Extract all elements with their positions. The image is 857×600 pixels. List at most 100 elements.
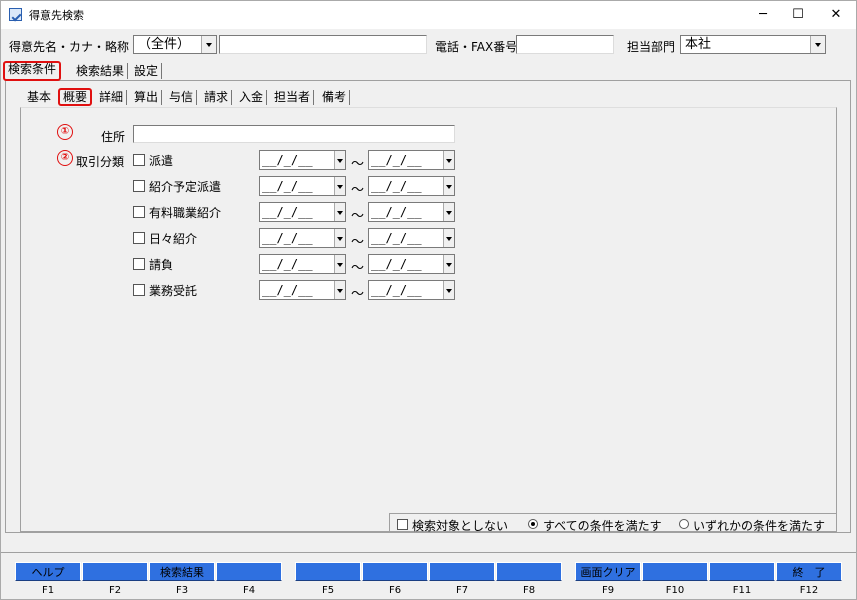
subtab-basic[interactable]: 基本: [24, 90, 54, 105]
category-item-label: 業務受託: [149, 284, 198, 298]
f8-button[interactable]: [496, 562, 562, 581]
date-from[interactable]: __/_/__: [259, 254, 346, 274]
subtab-overview[interactable]: 概要: [58, 88, 93, 106]
range-separator: ～: [351, 287, 365, 302]
exclude-checkbox[interactable]: [397, 519, 408, 530]
subtab-billing[interactable]: 請求: [201, 90, 233, 105]
f4-button[interactable]: [216, 562, 282, 581]
match-any-label: いずれかの条件を満たす: [693, 519, 826, 533]
f2-button[interactable]: [82, 562, 148, 581]
date-from[interactable]: __/_/__: [259, 228, 346, 248]
dept-value: 本社: [685, 37, 712, 52]
range-separator: ～: [351, 157, 365, 172]
fkey-number: F4: [242, 585, 256, 596]
date-from[interactable]: __/_/__: [259, 150, 346, 170]
date-value: __/_/__: [262, 179, 313, 193]
chevron-down-icon: [443, 203, 454, 221]
checkbox[interactable]: [133, 206, 145, 218]
chevron-down-icon: [810, 36, 825, 53]
fkey-number: F3: [175, 585, 189, 596]
chevron-down-icon: [334, 229, 345, 247]
fkey-number: F2: [108, 585, 122, 596]
date-value: __/_/__: [262, 231, 313, 245]
checkbox[interactable]: [133, 154, 145, 166]
marker-2: ②: [57, 150, 73, 166]
chevron-down-icon: [443, 281, 454, 299]
subtab-detail[interactable]: 詳細: [96, 90, 128, 105]
date-to[interactable]: __/_/__: [368, 202, 455, 222]
window-title: 得意先検索: [29, 9, 84, 22]
match-any-radio[interactable]: [679, 519, 689, 529]
category-item-label: 紹介予定派遣: [149, 180, 222, 194]
chevron-down-icon: [443, 177, 454, 195]
date-from[interactable]: __/_/__: [259, 280, 346, 300]
category-item-label: 日々紹介: [149, 232, 198, 246]
fkey-number: F5: [321, 585, 335, 596]
tab-search-conditions[interactable]: 検索条件: [3, 61, 62, 81]
tab-search-results[interactable]: 検索結果: [73, 63, 129, 79]
range-separator: ～: [351, 261, 365, 276]
address-input[interactable]: [133, 125, 455, 143]
name-mode-select[interactable]: （全件）: [133, 35, 217, 54]
subtab-credit[interactable]: 与信: [166, 90, 198, 105]
chevron-down-icon: [443, 151, 454, 169]
date-value: __/_/__: [371, 283, 422, 297]
date-value: __/_/__: [371, 231, 422, 245]
exclude-label: 検索対象としない: [412, 519, 509, 533]
range-separator: ～: [351, 209, 365, 224]
f10-button[interactable]: [642, 562, 708, 581]
category-item-label: 派遣: [149, 154, 174, 168]
sub-tab-panel: [20, 107, 837, 532]
name-label: 得意先名・カナ・略称: [9, 40, 130, 54]
date-to[interactable]: __/_/__: [368, 176, 455, 196]
maximize-button[interactable]: ☐: [778, 1, 818, 29]
f5-button[interactable]: [295, 562, 361, 581]
fkey-number: F11: [732, 585, 752, 596]
dept-select[interactable]: 本社: [680, 35, 826, 54]
date-value: __/_/__: [262, 205, 313, 219]
address-label: 住所: [101, 130, 126, 144]
category-item-label: 有料職業紹介: [149, 206, 222, 220]
checkbox[interactable]: [133, 180, 145, 192]
checkbox[interactable]: [133, 258, 145, 270]
date-from[interactable]: __/_/__: [259, 202, 346, 222]
name-input[interactable]: [219, 35, 427, 54]
fkey-number: F10: [665, 585, 685, 596]
phone-label: 電話・FAX番号: [435, 40, 518, 54]
chevron-down-icon: [334, 203, 345, 221]
subtab-calc[interactable]: 算出: [131, 90, 163, 105]
date-value: __/_/__: [371, 153, 422, 167]
checkbox[interactable]: [133, 232, 145, 244]
chevron-down-icon: [334, 281, 345, 299]
phone-input[interactable]: [516, 35, 614, 54]
date-to[interactable]: __/_/__: [368, 228, 455, 248]
f3-search-results-button[interactable]: 検索結果: [149, 562, 215, 581]
f11-button[interactable]: [709, 562, 775, 581]
tab-settings[interactable]: 設定: [131, 63, 163, 79]
f6-button[interactable]: [362, 562, 428, 581]
close-button[interactable]: ✕: [816, 1, 856, 29]
fkey-number: F7: [455, 585, 469, 596]
f7-button[interactable]: [429, 562, 495, 581]
search-window: 得意先検索 ─ ☐ ✕ 得意先名・カナ・略称 （全件） 電話・FAX番号 担当部…: [0, 0, 857, 600]
subtab-notes[interactable]: 備考: [319, 90, 351, 105]
f1-help-button[interactable]: ヘルプ: [15, 562, 81, 581]
fkey-number: F9: [601, 585, 615, 596]
checkbox[interactable]: [133, 284, 145, 296]
subtab-payment[interactable]: 入金: [236, 90, 268, 105]
date-from[interactable]: __/_/__: [259, 176, 346, 196]
f9-clear-screen-button[interactable]: 画面クリア: [575, 562, 641, 581]
date-to[interactable]: __/_/__: [368, 150, 455, 170]
match-all-radio[interactable]: [528, 519, 538, 529]
chevron-down-icon: [334, 177, 345, 195]
range-separator: ～: [351, 183, 365, 198]
date-value: __/_/__: [371, 257, 422, 271]
date-to[interactable]: __/_/__: [368, 280, 455, 300]
subtab-staff[interactable]: 担当者: [271, 90, 315, 105]
f12-exit-button[interactable]: 終 了: [776, 562, 842, 581]
minimize-button[interactable]: ─: [743, 1, 783, 29]
match-all-label: すべての条件を満たす: [543, 519, 662, 533]
fkey-number: F6: [388, 585, 402, 596]
date-to[interactable]: __/_/__: [368, 254, 455, 274]
date-value: __/_/__: [371, 179, 422, 193]
